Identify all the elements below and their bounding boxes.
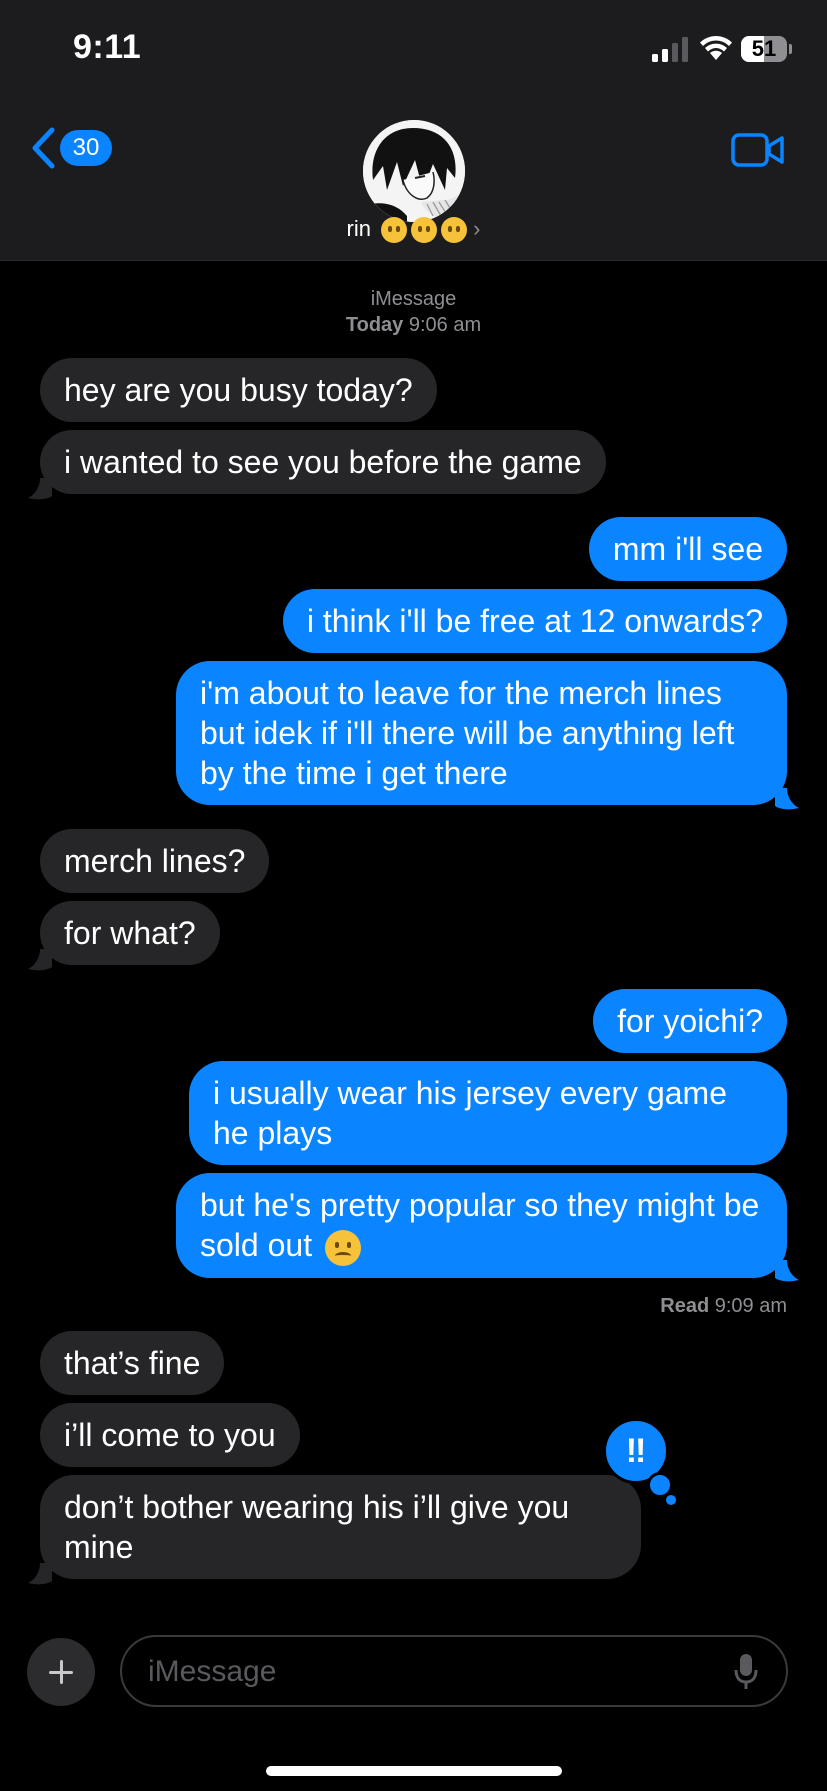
thread-timestamp: iMessage Today 9:06 am	[0, 286, 827, 338]
incoming-message-bubble[interactable]: i wanted to see you before the game	[40, 430, 606, 494]
outgoing-message-bubble[interactable]: i think i'll be free at 12 onwards?	[282, 589, 787, 653]
incoming-message-bubble[interactable]: don’t bother wearing his i’ll give you m…	[40, 1475, 641, 1579]
read-label: Read	[660, 1295, 710, 1317]
outgoing-message-bubble[interactable]: i'm about to leave for the merch lines b…	[176, 661, 787, 805]
read-receipt: Read 9:09 am	[660, 1295, 787, 1318]
incoming-message-bubble[interactable]: hey are you busy today?	[40, 358, 437, 422]
incoming-message-bubble[interactable]: for what?	[40, 901, 220, 965]
outgoing-message-bubble[interactable]: i usually wear his jersey every game he …	[189, 1061, 787, 1165]
tapback-dot	[666, 1495, 676, 1505]
outgoing-message-bubble[interactable]: for yoichi?	[593, 989, 787, 1053]
battery-icon: 51	[741, 36, 792, 62]
incoming-message-bubble[interactable]: that’s fine	[40, 1331, 225, 1395]
back-button[interactable]: 30	[30, 127, 112, 169]
message-text: but he's pretty popular so they might be…	[200, 1187, 760, 1263]
chevron-left-icon	[32, 127, 55, 169]
bubble-tail	[28, 478, 52, 500]
pleading-face-icon	[381, 217, 408, 244]
wifi-icon	[700, 36, 732, 60]
incoming-message-bubble[interactable]: i’ll come to you	[40, 1403, 300, 1467]
contact-avatar[interactable]	[363, 120, 465, 222]
contact-name: rin	[346, 216, 371, 241]
status-time: 9:11	[73, 28, 142, 66]
outgoing-message-bubble[interactable]: mm i'll see	[588, 517, 787, 581]
message-input-placeholder: iMessage	[148, 1655, 277, 1688]
service-label: iMessage	[370, 288, 457, 310]
unread-count-badge: 30	[60, 130, 112, 166]
video-camera-icon[interactable]	[731, 132, 785, 168]
bubble-tail	[775, 1260, 799, 1282]
outgoing-message-bubble[interactable]: but he's pretty popular so they might be…	[176, 1173, 787, 1278]
timestamp-time: 9:06 am	[408, 314, 482, 336]
chevron-right-icon: ›	[473, 216, 481, 241]
pleading-face-icon	[441, 217, 468, 244]
battery-percent: 51	[751, 36, 777, 61]
bubble-tail	[28, 1563, 52, 1585]
conversation-header: 30 rin ›	[0, 100, 827, 261]
pleading-face-icon	[411, 217, 438, 244]
message-input[interactable]: iMessage	[120, 1635, 788, 1707]
read-time: 9:09 am	[714, 1295, 787, 1317]
contact-name-row[interactable]: rin ›	[0, 216, 827, 244]
bubble-tail	[775, 788, 799, 810]
frowning-face-icon	[324, 1229, 361, 1266]
home-indicator[interactable]	[266, 1766, 562, 1776]
cellular-signal-icon	[652, 37, 688, 62]
bubble-tail	[28, 949, 52, 971]
microphone-icon[interactable]	[734, 1653, 758, 1691]
plus-button[interactable]	[27, 1638, 95, 1706]
incoming-message-bubble[interactable]: merch lines?	[40, 829, 270, 893]
timestamp-day: Today	[345, 314, 404, 336]
status-bar: 9:11 51	[0, 0, 827, 100]
